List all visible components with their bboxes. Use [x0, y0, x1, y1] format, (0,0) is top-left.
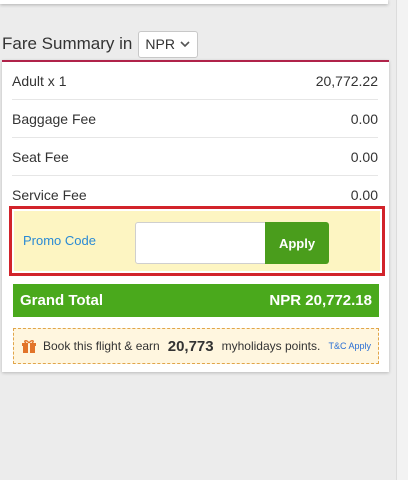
- grand-total-label: Grand Total: [20, 292, 104, 309]
- page-title: Fare Summary in: [2, 34, 133, 53]
- points-suffix: myholidays points.: [221, 339, 321, 353]
- promo-section: Promo Code Apply: [9, 206, 385, 276]
- previous-panel: [0, 0, 388, 4]
- fare-row-value: 0.00: [350, 187, 378, 203]
- fare-summary-card: Adult x 1 20,772.22 Baggage Fee 0.00 Sea…: [2, 60, 389, 372]
- fare-row-adult: Adult x 1 20,772.22: [12, 62, 378, 100]
- currency-value: NPR: [145, 36, 175, 52]
- scrollbar-track[interactable]: [396, 0, 408, 480]
- fare-row-value: 0.00: [350, 148, 378, 165]
- promo-code-input[interactable]: [135, 222, 266, 264]
- points-number: 20,773: [167, 337, 214, 355]
- promo-code-label[interactable]: Promo Code: [23, 233, 96, 248]
- apply-button[interactable]: Apply: [265, 222, 329, 264]
- fare-row-value: 0.00: [350, 110, 378, 127]
- grand-total-bar: Grand Total NPR 20,772.18: [13, 284, 379, 317]
- gift-icon: [22, 340, 36, 353]
- grand-total-value: NPR 20,772.18: [269, 292, 372, 309]
- points-prefix: Book this flight & earn: [43, 339, 160, 353]
- currency-select[interactable]: NPR: [138, 30, 198, 58]
- fare-row-baggage: Baggage Fee 0.00: [12, 100, 378, 138]
- fare-row-seat: Seat Fee 0.00: [12, 138, 378, 176]
- fare-row-label: Service Fee: [12, 187, 87, 203]
- fare-row-label: Seat Fee: [12, 148, 69, 165]
- fare-row-value: 20,772.22: [315, 72, 378, 89]
- fare-summary-header: Fare Summary in NPR: [2, 30, 198, 58]
- fare-row-label: Baggage Fee: [12, 110, 97, 127]
- fare-row-label: Adult x 1: [12, 72, 67, 89]
- promo-box: Promo Code Apply: [14, 211, 380, 271]
- chevron-down-icon: [180, 41, 190, 48]
- points-banner: Book this flight & earn 20,773 myholiday…: [13, 328, 379, 364]
- tc-apply-link[interactable]: T&C Apply: [328, 341, 371, 351]
